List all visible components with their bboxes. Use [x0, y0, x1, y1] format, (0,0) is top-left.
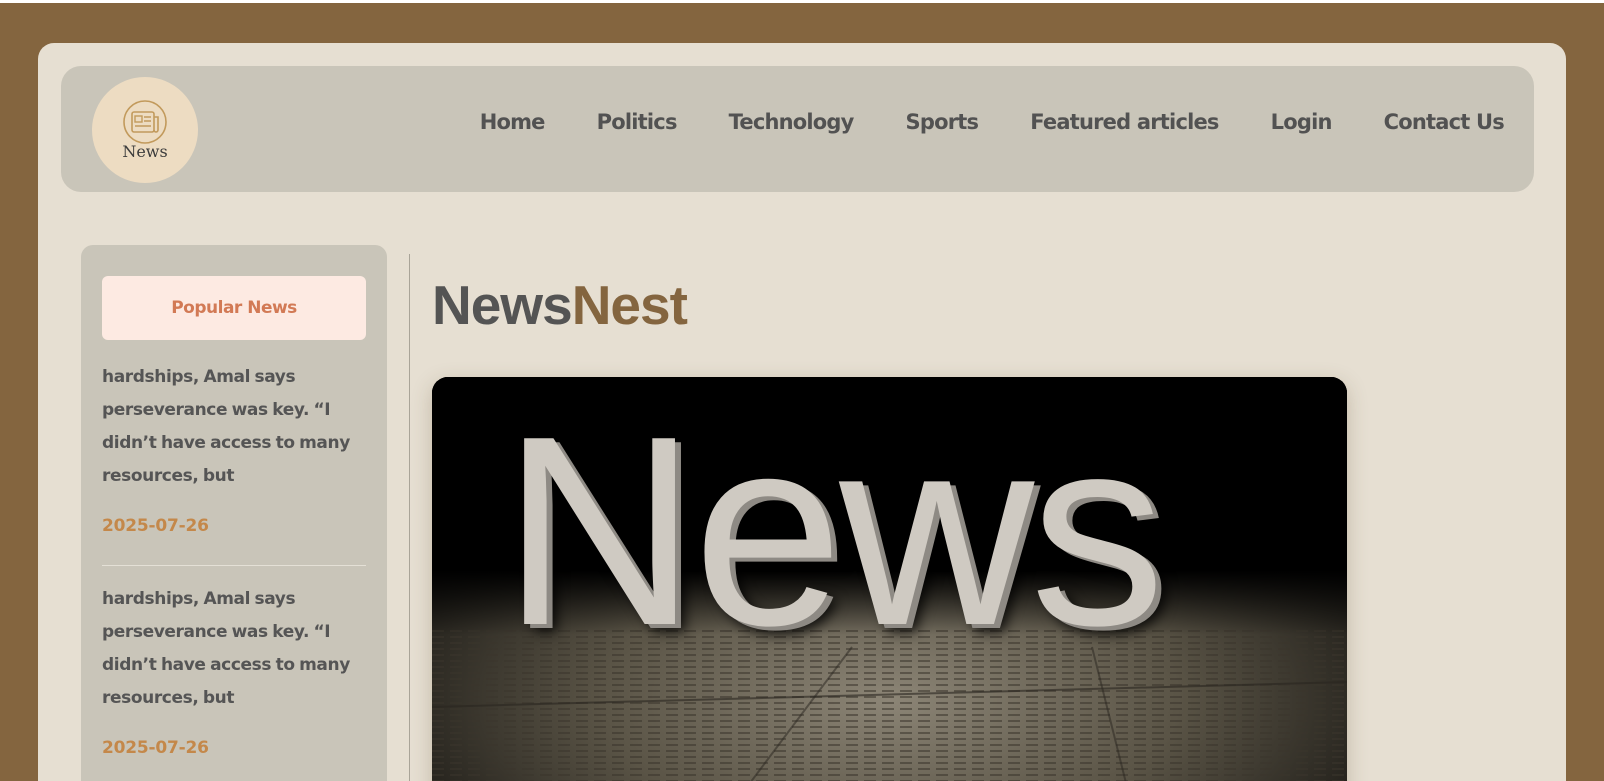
brand-title-part2: Nest: [571, 274, 688, 336]
nav-technology[interactable]: Technology: [729, 110, 855, 134]
site-header: News Home Politics Technology Sports Fea…: [61, 66, 1534, 192]
popular-news-date: 2025-07-26: [102, 738, 209, 758]
nav-contact-us[interactable]: Contact Us: [1384, 110, 1505, 134]
content-divider: [409, 254, 410, 781]
site-logo[interactable]: News: [92, 77, 198, 183]
main-nav: Home Politics Technology Sports Featured…: [480, 110, 1505, 134]
popular-news-sidebar: Popular News hardships, Amal says persev…: [81, 245, 387, 781]
popular-news-item[interactable]: hardships, Amal says perseverance was ke…: [102, 361, 366, 536]
popular-news-date: 2025-07-26: [102, 516, 209, 536]
hero-news-word: News: [502, 381, 1165, 682]
brand-title-part1: News: [432, 274, 573, 336]
popular-news-item[interactable]: hardships, Amal says perseverance was ke…: [102, 583, 366, 758]
logo-text: News: [122, 142, 168, 161]
nav-politics[interactable]: Politics: [597, 110, 678, 134]
outer-frame: News Home Politics Technology Sports Fea…: [0, 3, 1604, 781]
news-divider: [102, 565, 366, 566]
popular-news-heading: Popular News: [102, 276, 366, 340]
nav-featured-articles[interactable]: Featured articles: [1030, 110, 1219, 134]
page-container: News Home Politics Technology Sports Fea…: [38, 43, 1566, 781]
popular-news-excerpt[interactable]: hardships, Amal says perseverance was ke…: [102, 361, 366, 493]
hero-image: News: [432, 377, 1347, 781]
nav-login[interactable]: Login: [1271, 110, 1333, 134]
newspaper-icon: [123, 100, 167, 144]
brand-title: NewsNest: [432, 273, 688, 337]
popular-news-excerpt[interactable]: hardships, Amal says perseverance was ke…: [102, 583, 366, 715]
nav-home[interactable]: Home: [480, 110, 546, 134]
nav-sports[interactable]: Sports: [906, 110, 979, 134]
